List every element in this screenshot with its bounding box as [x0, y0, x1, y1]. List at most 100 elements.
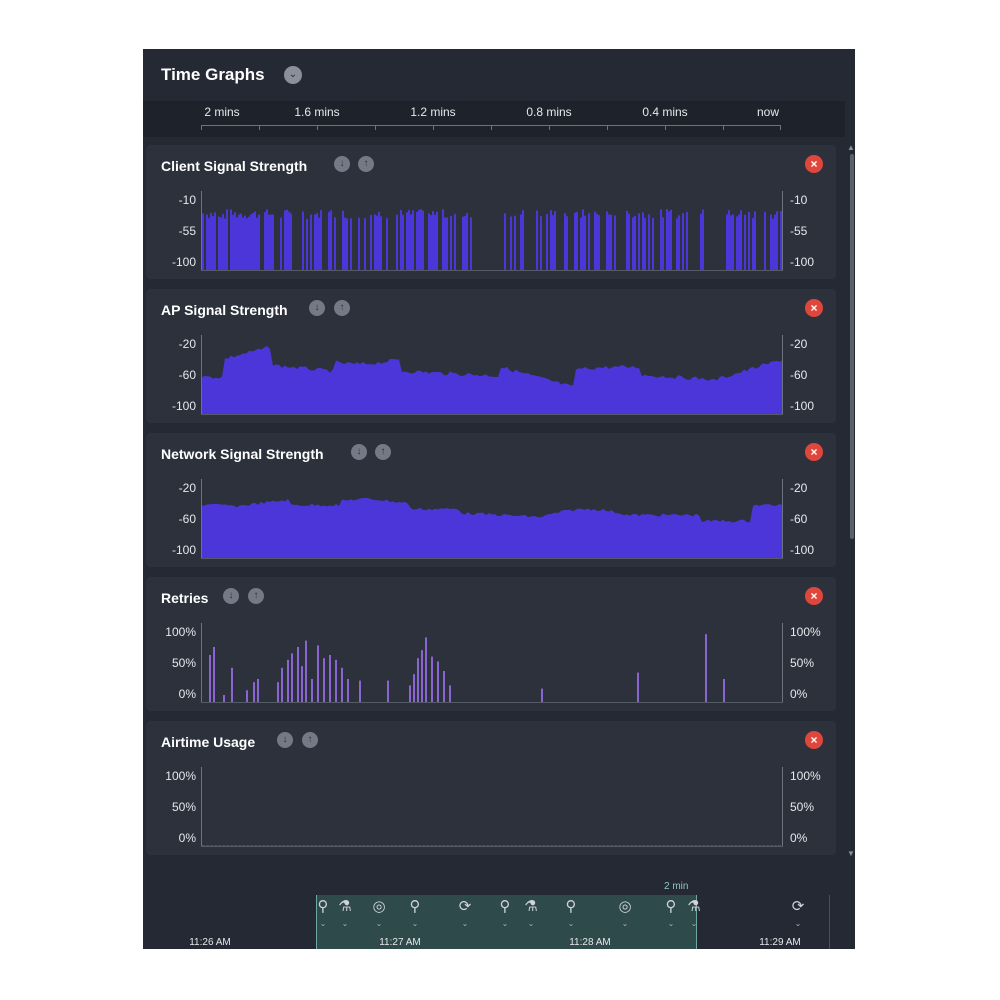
time-tick — [549, 125, 550, 130]
chevron-down-icon: ⌄ — [527, 919, 535, 928]
time-tick-label: 2 mins — [204, 105, 240, 119]
signal-bar — [346, 218, 348, 271]
refresh-icon[interactable]: ⟳ — [792, 899, 805, 915]
signal-bar — [546, 214, 548, 271]
close-icon[interactable]: × — [805, 731, 823, 749]
y-tick-label: 50% — [171, 656, 196, 670]
chevron-down-icon: ⌄ — [461, 919, 469, 928]
time-tick — [433, 125, 434, 130]
retry-bar — [223, 695, 225, 703]
y-tick-label: 100% — [165, 769, 196, 783]
close-icon[interactable]: × — [805, 299, 823, 317]
signal-bar — [226, 209, 228, 271]
scrollbar[interactable] — [850, 154, 854, 539]
arrow-up-icon[interactable]: ↑ — [358, 156, 374, 172]
search-icon[interactable]: ⚲ — [410, 899, 421, 915]
time-tick — [375, 125, 376, 130]
signal-bar — [240, 213, 242, 271]
panel-airtime-usage: Airtime Usage ↓ ↑ × 100% 50% 0% 100% 50%… — [146, 721, 836, 855]
signal-bar — [224, 218, 226, 271]
arrow-down-icon[interactable]: ↓ — [334, 156, 350, 172]
panel-title: AP Signal Strength — [161, 302, 288, 318]
arrow-up-icon[interactable]: ↑ — [375, 444, 391, 460]
signal-bar — [520, 214, 522, 271]
signal-bar — [418, 209, 420, 271]
arrow-up-icon[interactable]: ↑ — [302, 732, 318, 748]
signal-bar — [402, 214, 404, 271]
arrow-down-icon[interactable]: ↓ — [223, 588, 239, 604]
signal-bar — [328, 212, 330, 271]
arrow-down-icon[interactable]: ↓ — [277, 732, 293, 748]
search-icon[interactable]: ⚲ — [500, 899, 511, 915]
y-tick-label: -100 — [171, 543, 196, 557]
roaming-icon[interactable]: ⚗ — [687, 899, 700, 915]
close-icon[interactable]: × — [805, 155, 823, 173]
y-tick-label: 0% — [178, 687, 196, 701]
signal-bar — [214, 212, 216, 271]
refresh-icon[interactable]: ⟳ — [459, 899, 472, 915]
signal-bar — [430, 215, 432, 271]
signal-bar — [344, 217, 346, 271]
signal-bar — [244, 215, 246, 271]
search-icon[interactable]: ⚲ — [566, 899, 577, 915]
signal-bar — [582, 209, 584, 271]
signal-bar — [574, 212, 576, 271]
signal-bar — [286, 209, 288, 271]
retry-bar — [277, 682, 279, 703]
signal-bar — [514, 215, 516, 271]
roaming-icon[interactable]: ⚗ — [524, 899, 537, 915]
signal-bar — [442, 209, 444, 271]
signal-icon[interactable]: ◎ — [372, 899, 385, 915]
signal-bar — [252, 212, 254, 271]
signal-bar — [202, 213, 204, 271]
search-icon[interactable]: ⚲ — [318, 899, 329, 915]
scroll-up-icon[interactable]: ▲ — [847, 143, 855, 152]
network-signal-area — [201, 497, 783, 559]
roaming-icon[interactable]: ⚗ — [338, 899, 351, 915]
signal-bar — [510, 216, 512, 271]
signal-bar — [376, 215, 378, 271]
retry-bar — [329, 655, 331, 703]
panel-title: Network Signal Strength — [161, 446, 324, 462]
signal-bar — [318, 217, 320, 271]
signal-bar — [662, 217, 664, 271]
signal-bar — [288, 211, 290, 271]
signal-bar — [238, 214, 240, 271]
signal-bar — [416, 211, 418, 271]
y-tick-label: -60 — [790, 512, 808, 526]
signal-bar — [364, 218, 366, 271]
signal-bar — [334, 217, 336, 271]
chevron-down-icon[interactable]: ⌄ — [284, 66, 302, 84]
signal-bar — [738, 214, 740, 271]
close-icon[interactable]: × — [805, 587, 823, 605]
y-tick-label: 100% — [790, 769, 821, 783]
signal-bar — [770, 214, 772, 271]
close-icon[interactable]: × — [805, 443, 823, 461]
y-tick-label: 0% — [178, 831, 196, 845]
y-tick-label: -20 — [178, 481, 196, 495]
signal-bar — [342, 210, 344, 271]
arrow-up-icon[interactable]: ↑ — [248, 588, 264, 604]
timeline-time-label: 11:29 AM — [759, 937, 801, 948]
retry-bar — [425, 637, 427, 703]
search-icon[interactable]: ⚲ — [666, 899, 677, 915]
arrow-down-icon[interactable]: ↓ — [309, 300, 325, 316]
retry-bar — [705, 634, 707, 703]
signal-bar — [580, 217, 582, 271]
retry-bar — [231, 667, 233, 703]
event-timeline[interactable]: 2 min ⚲ ⚗ ◎ ⚲ ⟳ ⚲ ⚗ ⚲ ◎ ⚲ ⚗ ⟳ ⌄ ⌄ ⌄ ⌄ ⌄ … — [143, 861, 855, 949]
arrow-down-icon[interactable]: ↓ — [351, 444, 367, 460]
signal-bar — [310, 214, 312, 271]
signal-bar — [408, 209, 410, 271]
retry-bar — [421, 650, 423, 703]
retry-bar — [443, 671, 445, 703]
signal-icon[interactable]: ◎ — [618, 899, 631, 915]
signal-bar — [536, 210, 538, 271]
panel-retries: Retries ↓ ↑ × 100% 50% 0% 100% 50% 0% — [146, 577, 836, 711]
time-tick-label: 0.4 mins — [642, 105, 688, 119]
time-tick — [665, 125, 666, 130]
y-tick-label: -100 — [171, 399, 196, 413]
scroll-down-icon[interactable]: ▼ — [847, 849, 855, 858]
y-tick-label: -60 — [790, 368, 808, 382]
arrow-up-icon[interactable]: ↑ — [334, 300, 350, 316]
